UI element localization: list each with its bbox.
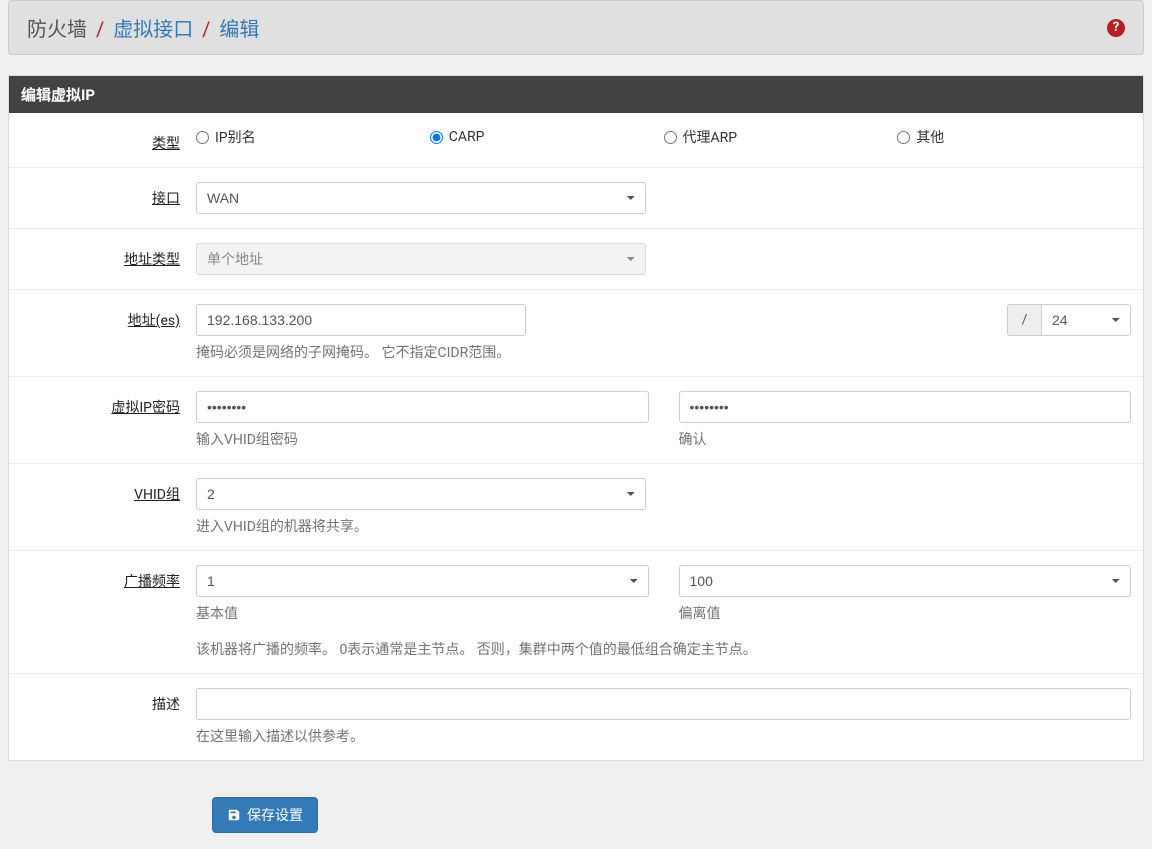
description-input[interactable] <box>196 688 1131 720</box>
save-button[interactable]: 保存设置 <box>212 797 318 833</box>
vhid-help: 进入VHID组的机器将共享。 <box>196 516 1131 536</box>
label-vip-password: 虚拟IP密码 <box>111 400 180 416</box>
row-addr-type: 地址类型 单个地址 <box>9 229 1143 290</box>
row-description: 描述 在这里输入描述以供参考。 <box>9 674 1143 760</box>
label-address: 地址(es) <box>128 313 180 329</box>
radio-ip-alias-input[interactable] <box>196 131 209 144</box>
adv-skew-help: 偏离值 <box>679 603 1132 623</box>
vip-password-help: 输入VHID组密码 <box>196 429 649 449</box>
breadcrumb-link-edit[interactable]: 编辑 <box>219 17 259 41</box>
adv-freq-long-help: 该机器将广播的频率。 0表示通常是主节点。 否则，集群中两个值的最低组合确定主节… <box>196 639 1131 659</box>
help-icon[interactable]: ? <box>1107 19 1125 37</box>
label-interface: 接口 <box>152 191 180 207</box>
mask-select[interactable]: 24 <box>1041 304 1131 336</box>
description-help: 在这里输入描述以供参考。 <box>196 726 1131 746</box>
address-help: 掩码必须是网络的子网掩码。 它不指定CIDR范围。 <box>196 342 1131 362</box>
radio-proxy-arp[interactable]: 代理ARP <box>664 127 898 147</box>
adv-skew-select[interactable]: 100 <box>679 565 1132 597</box>
radio-other[interactable]: 其他 <box>897 127 1131 147</box>
vip-password-confirm-help: 确认 <box>679 429 1132 449</box>
radio-carp-input[interactable] <box>430 131 443 144</box>
adv-base-select[interactable]: 1 <box>196 565 649 597</box>
vip-password-input[interactable] <box>196 391 649 423</box>
row-adv-freq: 广播频率 1 基本值 100 偏离值 该机器将广播的频率。 0表示通常是主节点。… <box>9 551 1143 674</box>
breadcrumb-sep: / <box>96 17 104 41</box>
vhid-select[interactable]: 2 <box>196 478 646 510</box>
row-vhid: VHID组 2 进入VHID组的机器将共享。 <box>9 464 1143 551</box>
radio-carp[interactable]: CARP <box>430 127 664 147</box>
breadcrumb-root: 防火墙 <box>27 17 87 41</box>
label-type: 类型 <box>152 136 180 152</box>
save-icon <box>227 808 241 822</box>
row-interface: 接口 WAN <box>9 168 1143 229</box>
label-description: 描述 <box>152 697 180 713</box>
row-vip-password: 虚拟IP密码 输入VHID组密码 确认 <box>9 377 1143 464</box>
label-addr-type: 地址类型 <box>124 252 180 268</box>
row-address: 地址(es) / 24 掩码必须是网络的子网掩码。 它不指定CIDR范围。 <box>9 290 1143 377</box>
radio-other-input[interactable] <box>897 131 910 144</box>
row-type: 类型 IP别名 CARP 代理ARP 其他 <box>9 113 1143 168</box>
label-vhid: VHID组 <box>134 487 180 503</box>
interface-select[interactable]: WAN <box>196 182 646 214</box>
page-header: 防火墙 / 虚拟接口 / 编辑 ? <box>8 0 1144 55</box>
save-button-label: 保存设置 <box>247 805 303 825</box>
address-input[interactable] <box>196 304 526 336</box>
vip-password-confirm-input[interactable] <box>679 391 1132 423</box>
panel-title: 编辑虚拟IP <box>9 76 1143 113</box>
breadcrumb-sep: / <box>202 17 210 41</box>
radio-ip-alias[interactable]: IP别名 <box>196 127 430 147</box>
breadcrumb-link-virtual-ip[interactable]: 虚拟接口 <box>113 17 193 41</box>
adv-base-help: 基本值 <box>196 603 649 623</box>
label-adv-freq: 广播频率 <box>124 574 180 590</box>
radio-proxy-arp-input[interactable] <box>664 131 677 144</box>
breadcrumb: 防火墙 / 虚拟接口 / 编辑 <box>27 13 259 42</box>
slash-label: / <box>1007 304 1041 336</box>
edit-vip-panel: 编辑虚拟IP 类型 IP别名 CARP 代理ARP 其他 <box>8 75 1144 761</box>
addr-type-select: 单个地址 <box>196 243 646 275</box>
